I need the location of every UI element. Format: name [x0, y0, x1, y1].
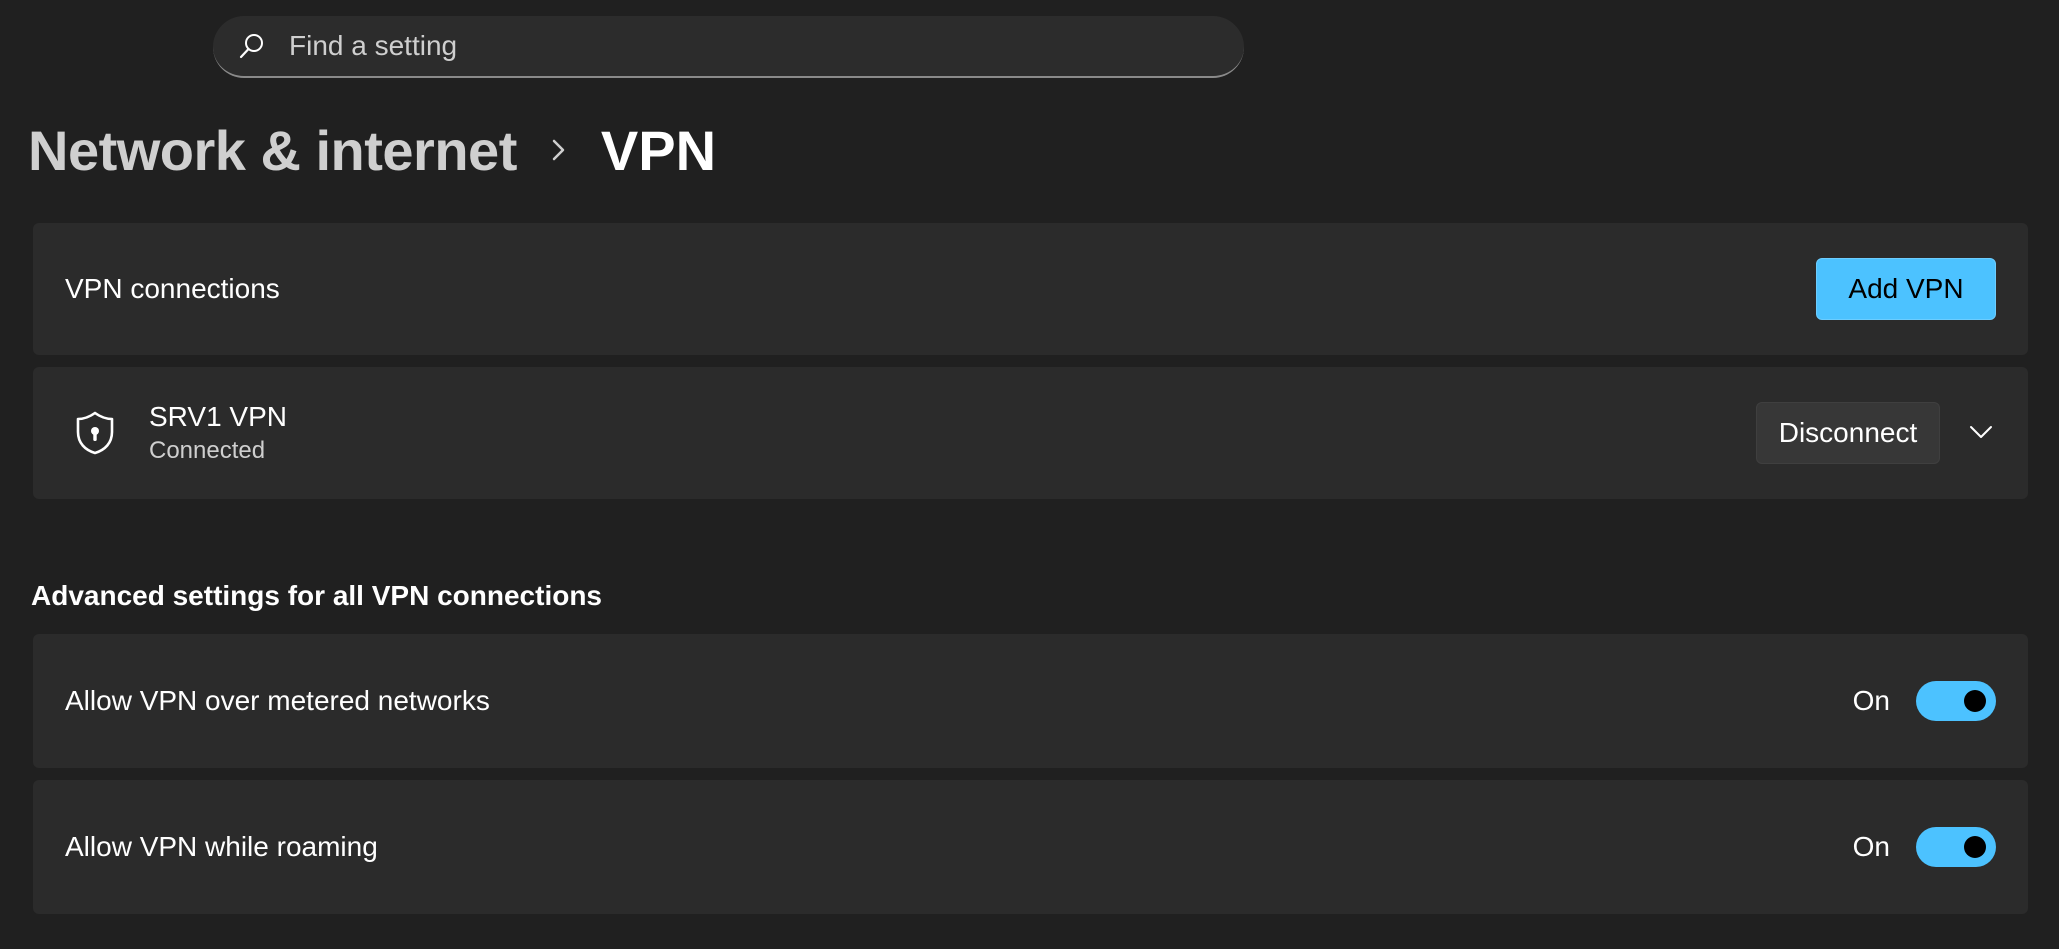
settings-page: Network & internet VPN VPN connections A…	[0, 0, 2059, 949]
roaming-toggle[interactable]	[1916, 827, 1996, 867]
search-icon	[237, 31, 267, 61]
vpn-connection-item[interactable]: SRV1 VPN Connected Disconnect	[33, 367, 2028, 499]
toggle-group: On	[1853, 827, 1996, 867]
setting-label: Allow VPN while roaming	[65, 831, 378, 862]
vpn-connections-label: VPN connections	[65, 273, 280, 304]
add-vpn-button[interactable]: Add VPN	[1816, 258, 1996, 320]
metered-networks-toggle[interactable]	[1916, 681, 1996, 721]
search-box[interactable]	[213, 16, 1244, 78]
breadcrumb: Network & internet VPN	[28, 112, 716, 188]
page-title: VPN	[600, 118, 717, 182]
shield-lock-icon	[65, 403, 125, 463]
chevron-right-icon	[549, 136, 569, 164]
toggle-state-text: On	[1852, 831, 1890, 862]
disconnect-button[interactable]: Disconnect	[1756, 402, 1940, 464]
breadcrumb-parent[interactable]: Network & internet	[28, 118, 517, 183]
setting-row-roaming: Allow VPN while roaming On	[33, 780, 2028, 914]
chevron-down-icon[interactable]	[1966, 417, 1996, 447]
toggle-knob	[1964, 690, 1986, 712]
setting-row-metered: Allow VPN over metered networks On	[33, 634, 2028, 768]
setting-label: Allow VPN over metered networks	[65, 685, 490, 716]
toggle-group: On	[1853, 681, 1996, 721]
vpn-name: SRV1 VPN	[149, 401, 287, 432]
toggle-state-text: On	[1852, 685, 1890, 716]
vpn-details: SRV1 VPN Connected	[149, 399, 287, 467]
search-input[interactable]	[287, 20, 1244, 72]
toggle-knob	[1964, 836, 1986, 858]
advanced-settings-heading: Advanced settings for all VPN connection…	[31, 580, 603, 611]
vpn-status: Connected	[149, 437, 266, 464]
vpn-connections-card: VPN connections Add VPN	[33, 223, 2028, 355]
